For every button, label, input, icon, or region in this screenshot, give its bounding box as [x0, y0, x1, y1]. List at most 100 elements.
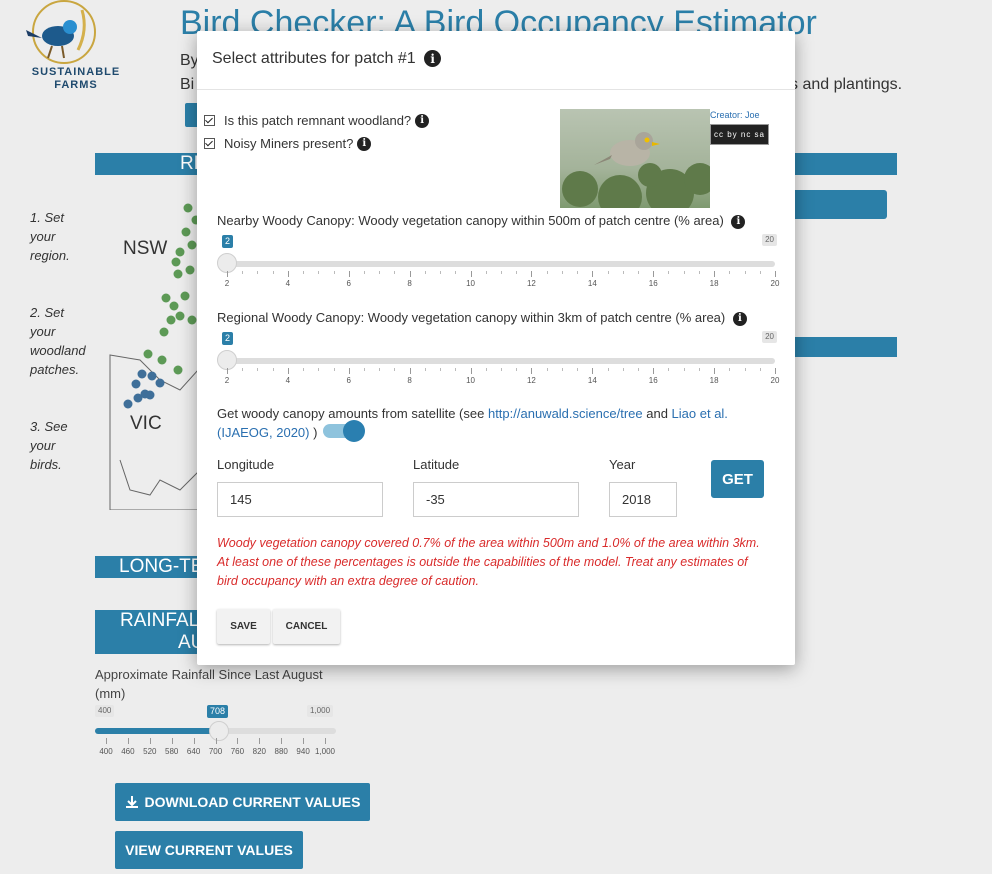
satellite-text-end: ): [309, 425, 318, 440]
year-input[interactable]: 2018: [609, 482, 677, 517]
patch-attributes-modal: Select attributes for patch #1 i Is this…: [197, 31, 795, 665]
regional-canopy-minor-tick: [303, 368, 305, 371]
nearby-canopy-minor-tick: [333, 271, 335, 274]
nearby-canopy-minor-tick: [638, 271, 639, 274]
regional-canopy-tick-label: 12: [526, 376, 536, 385]
regional-canopy-minor-tick: [638, 368, 639, 371]
nearby-canopy-tick: [653, 271, 655, 277]
satellite-toggle-knob[interactable]: [343, 420, 365, 442]
nearby-canopy-minor-tick: [516, 271, 518, 274]
nearby-canopy-tick-label: 18: [709, 279, 719, 288]
regional-canopy-minor-tick: [622, 368, 624, 371]
nearby-canopy-handle[interactable]: [217, 253, 237, 273]
noisy-miner-photo: [560, 109, 710, 208]
nearby-canopy-minor-tick: [561, 271, 563, 274]
nearby-canopy-tick: [287, 271, 289, 277]
regional-canopy-minor-tick: [424, 368, 426, 371]
regional-canopy-tick: [653, 368, 655, 374]
nearby-canopy-minor-tick: [455, 271, 457, 274]
regional-canopy-label-text: Regional Woody Canopy: Woody vegetation …: [217, 310, 726, 325]
photo-credit-link[interactable]: Creator: Joe: [710, 110, 760, 120]
noisy-miners-row: Noisy Miners present? i: [204, 136, 372, 151]
anuwald-link[interactable]: http://anuwald.science/tree: [488, 406, 643, 421]
nearby-canopy-tick: [227, 271, 228, 277]
nearby-canopy-tick-label: 14: [587, 279, 597, 288]
regional-canopy-minor-tick: [698, 368, 700, 371]
nearby-canopy-tick-label: 20: [770, 279, 780, 288]
longitude-input[interactable]: 145: [217, 482, 383, 517]
regional-canopy-minor-tick: [333, 368, 335, 371]
remnant-woodland-row: Is this patch remnant woodland? i: [204, 113, 430, 128]
nearby-canopy-minor-tick: [546, 271, 548, 274]
nearby-canopy-minor-tick: [698, 271, 700, 274]
cc-license-badge[interactable]: cc by nc sa: [710, 124, 769, 145]
regional-canopy-tick-label: 18: [709, 376, 719, 385]
regional-canopy-slider[interactable]: 2 20 2 4 6 8 10 12 14 16 18 20: [217, 326, 780, 386]
regional-canopy-tick-label: 2: [224, 376, 230, 385]
regional-canopy-tick: [227, 368, 228, 374]
nearby-canopy-minor-tick: [683, 271, 685, 274]
nearby-canopy-minor-tick: [501, 271, 502, 274]
nearby-canopy-minor-tick: [364, 271, 365, 274]
nearby-canopy-minor-tick: [242, 271, 244, 274]
liao-et-al-link[interactable]: Liao et al.: [672, 406, 728, 421]
regional-canopy-tick: [592, 368, 594, 374]
regional-canopy-minor-tick: [257, 368, 259, 371]
longitude-label: Longitude: [217, 457, 275, 472]
regional-canopy-minor-tick: [561, 368, 563, 371]
nearby-canopy-minor-tick: [744, 271, 746, 274]
regional-canopy-minor-tick: [546, 368, 548, 371]
regional-canopy-minor-tick: [272, 368, 274, 371]
info-icon[interactable]: i: [357, 136, 372, 151]
remnant-woodland-label: Is this patch remnant woodland?: [224, 113, 412, 128]
info-icon[interactable]: i: [731, 214, 746, 229]
nearby-canopy-tick-label: 16: [648, 279, 658, 288]
regional-canopy-minor-tick: [744, 368, 746, 371]
nearby-canopy-minor-tick: [729, 271, 731, 274]
regional-canopy-tick: [531, 368, 533, 374]
nearby-canopy-tick: [470, 271, 472, 277]
regional-canopy-tick-label: 20: [770, 376, 780, 385]
info-icon[interactable]: i: [415, 113, 430, 128]
nearby-canopy-minor-tick: [303, 271, 305, 274]
nearby-canopy-minor-tick: [622, 271, 624, 274]
remnant-woodland-checkbox[interactable]: [204, 115, 215, 126]
satellite-description: Get woody canopy amounts from satellite …: [217, 404, 757, 442]
save-button[interactable]: SAVE: [217, 609, 270, 644]
regional-canopy-max-bubble: 20: [762, 331, 777, 343]
regional-canopy-tick: [470, 368, 472, 374]
get-canopy-button[interactable]: GET: [711, 460, 764, 498]
nearby-canopy-tick-label: 2: [224, 279, 230, 288]
noisy-miners-checkbox[interactable]: [204, 138, 215, 149]
regional-canopy-minor-tick: [394, 368, 396, 371]
nearby-canopy-slider[interactable]: 2 20 2 4 6 8 10 12 14 16 18 20: [217, 229, 780, 289]
regional-canopy-value-bubble: 2: [222, 332, 234, 345]
info-icon[interactable]: i: [732, 311, 747, 326]
regional-canopy-tick-label: 10: [466, 376, 475, 385]
info-icon[interactable]: i: [424, 50, 442, 68]
nearby-canopy-tick-label: 12: [526, 279, 536, 288]
latitude-label: Latitude: [413, 457, 460, 472]
satellite-toggle[interactable]: [323, 420, 365, 442]
nearby-canopy-tick: [348, 271, 350, 277]
regional-canopy-minor-tick: [759, 368, 761, 371]
warning-line-3: bird occupancy with an extra degree of c…: [217, 574, 479, 588]
ijaeog-link[interactable]: (IJAEOG, 2020): [217, 425, 309, 440]
regional-canopy-tick-label: 8: [407, 376, 412, 385]
noisy-miners-label: Noisy Miners present?: [224, 136, 354, 151]
nearby-canopy-minor-tick: [257, 271, 259, 274]
satellite-text-and: and: [642, 406, 672, 421]
regional-canopy-minor-tick: [683, 368, 685, 371]
nearby-canopy-minor-tick: [272, 271, 274, 274]
latitude-input[interactable]: -35: [413, 482, 579, 517]
regional-canopy-track: [227, 358, 775, 364]
regional-canopy-handle[interactable]: [217, 350, 237, 370]
cancel-button[interactable]: CANCEL: [273, 609, 340, 644]
nearby-canopy-minor-tick: [379, 271, 381, 274]
nearby-canopy-tick: [775, 271, 776, 277]
nearby-canopy-minor-tick: [440, 271, 442, 274]
regional-canopy-minor-tick: [440, 368, 442, 371]
nearby-canopy-minor-tick: [668, 271, 670, 274]
nearby-canopy-value-bubble: 2: [222, 235, 234, 248]
nearby-canopy-tick: [409, 271, 411, 277]
